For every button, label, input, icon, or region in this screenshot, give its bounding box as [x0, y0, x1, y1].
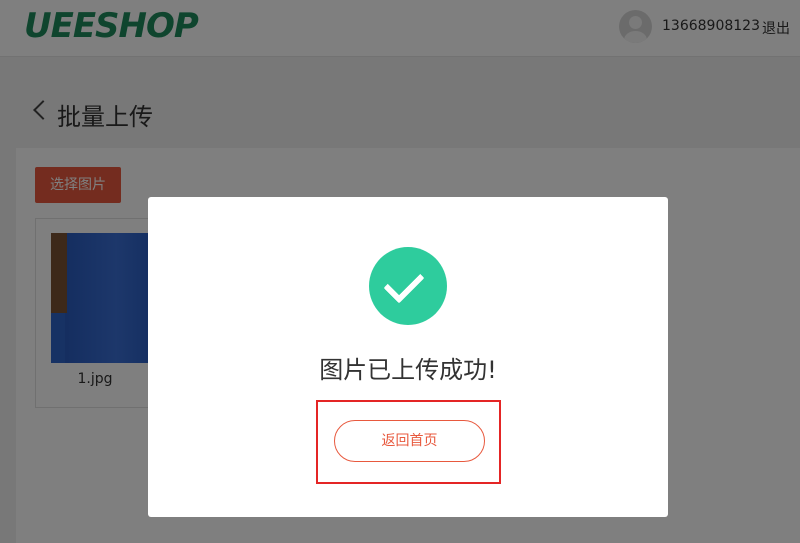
highlight-box: 返回首页 [316, 400, 501, 484]
success-dialog: 图片已上传成功! 返回首页 [148, 197, 668, 517]
checkmark-shape [383, 262, 425, 304]
success-message: 图片已上传成功! [319, 356, 497, 384]
success-check-icon [369, 247, 447, 325]
return-home-button[interactable]: 返回首页 [334, 420, 485, 462]
